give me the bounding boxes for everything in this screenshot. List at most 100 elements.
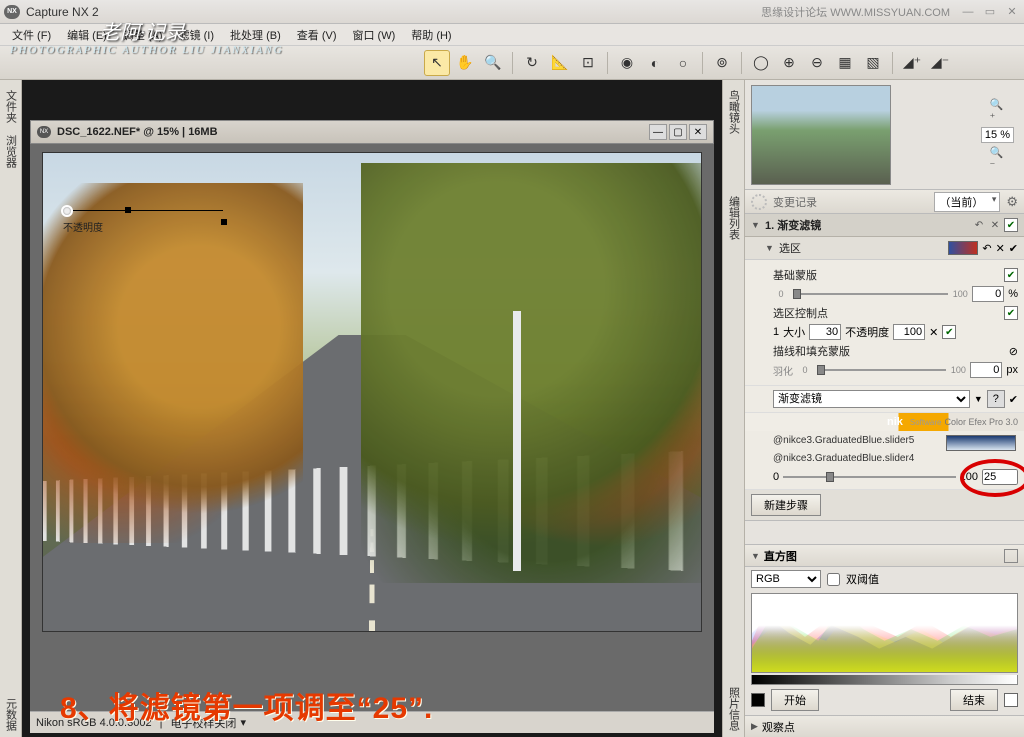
- menu-window[interactable]: 窗口 (W): [345, 25, 404, 45]
- doc-minimize-icon[interactable]: —: [649, 124, 667, 140]
- control-point-handle-icon[interactable]: [61, 205, 73, 217]
- menu-filter[interactable]: 滤镜 (I): [171, 25, 222, 45]
- menu-view[interactable]: 查看 (V): [289, 25, 345, 45]
- step-enable-checkbox[interactable]: ✔: [1004, 218, 1018, 232]
- doc-maximize-icon[interactable]: ▢: [669, 124, 687, 140]
- control-point-widget[interactable]: 不透明度: [61, 205, 223, 217]
- delete-cp-icon[interactable]: ✕: [929, 326, 938, 339]
- gear-icon[interactable]: ⚙: [1006, 194, 1018, 210]
- history-combo[interactable]: （当前）: [934, 192, 1000, 212]
- zoom-out-icon[interactable]: 🔍⁻: [989, 151, 1005, 167]
- tool-rotate-icon[interactable]: ↻: [519, 50, 545, 76]
- tool-hand-icon[interactable]: ✋: [452, 50, 478, 76]
- tool-fill-icon[interactable]: ▧: [860, 50, 886, 76]
- watchpoint-label: 观察点: [762, 719, 795, 735]
- expand-icon[interactable]: ▼: [751, 551, 760, 561]
- white-swatch-icon[interactable]: [1004, 693, 1018, 707]
- selection-swatch-icon: [948, 241, 978, 255]
- feather-slider[interactable]: [817, 364, 946, 376]
- doc-close-icon[interactable]: ✕: [689, 124, 707, 140]
- cp-enable-checkbox[interactable]: ✔: [942, 325, 956, 339]
- menu-file[interactable]: 文件 (F): [4, 25, 59, 45]
- histogram-end-button[interactable]: 结束: [950, 689, 998, 711]
- reset-icon[interactable]: ↶: [982, 242, 991, 255]
- tool-brush-plus-icon[interactable]: ◢⁺: [899, 50, 925, 76]
- document-titlebar: NX DSC_1622.NEF* @ 15% | 16MB — ▢ ✕: [30, 120, 714, 144]
- histogram-channel-select[interactable]: RGB: [751, 570, 821, 588]
- tool-whitepoint-icon[interactable]: ○: [670, 50, 696, 76]
- canvas-area[interactable]: 不透明度: [30, 144, 714, 711]
- menu-edit[interactable]: 编辑 (E): [59, 25, 115, 45]
- filter-value-input[interactable]: [982, 469, 1018, 485]
- menu-help[interactable]: 帮助 (H): [403, 25, 459, 45]
- tab-editlist[interactable]: 编辑列表: [726, 196, 742, 240]
- cp-size-input[interactable]: [809, 324, 841, 340]
- dual-threshold-checkbox[interactable]: [827, 573, 840, 586]
- help-icon[interactable]: ?: [987, 390, 1005, 408]
- feather-input[interactable]: [970, 362, 1002, 378]
- menu-batch[interactable]: 批处理 (B): [222, 25, 289, 45]
- histogram-title: 直方图: [764, 548, 1000, 564]
- base-mask-input[interactable]: [972, 286, 1004, 302]
- tab-metadata[interactable]: 元数据: [3, 698, 19, 731]
- window-minimize-icon[interactable]: —: [960, 5, 976, 19]
- left-sidebar: 文件夹 浏览器 元数据: [0, 80, 22, 737]
- expand-icon[interactable]: ▼: [751, 220, 761, 230]
- navigator-thumbnail[interactable]: [751, 85, 891, 185]
- expand-icon[interactable]: ▼: [765, 243, 775, 253]
- filter-slider4-label: @nikce3.GraduatedBlue.slider4: [773, 453, 1018, 465]
- tool-zoom-icon[interactable]: 🔍: [480, 50, 506, 76]
- navigator-panel: 🔍⁺ 15 % 🔍⁻: [745, 80, 1024, 190]
- black-swatch-icon[interactable]: [751, 693, 765, 707]
- window-restore-icon[interactable]: ▭: [982, 5, 998, 19]
- link-icon[interactable]: ⊘: [1009, 345, 1018, 358]
- selection-enable-checkbox[interactable]: ✔: [1009, 242, 1018, 255]
- tool-neutralpoint-icon[interactable]: ◐: [642, 50, 668, 76]
- tab-folders[interactable]: 文件夹: [3, 90, 19, 123]
- filter-enable-checkbox[interactable]: ✔: [1009, 393, 1018, 406]
- tutorial-instruction: 8、将滤镜第一项调至“25”.: [60, 683, 433, 727]
- expand-icon[interactable]: ▶: [751, 721, 758, 732]
- photo-preview[interactable]: 不透明度: [42, 152, 702, 632]
- zoom-in-icon[interactable]: 🔍⁺: [989, 103, 1005, 119]
- zoom-value[interactable]: 15: [985, 129, 997, 141]
- tool-gradient-icon[interactable]: ▦: [832, 50, 858, 76]
- tool-blackpoint-icon[interactable]: ◉: [614, 50, 640, 76]
- delete-icon[interactable]: ✕: [988, 218, 1002, 232]
- delete-icon[interactable]: ✕: [996, 242, 1005, 255]
- selection-row[interactable]: ▼ 选区 ↶ ✕ ✔: [745, 237, 1024, 260]
- step-1-name: 1. 渐变滤镜: [765, 217, 968, 233]
- tool-crop-icon[interactable]: ⊡: [575, 50, 601, 76]
- doc-logo-icon: NX: [37, 126, 51, 138]
- tool-arrow-icon[interactable]: ↖: [424, 50, 450, 76]
- histogram-tool-icon[interactable]: [1004, 549, 1018, 563]
- titlebar: NX Capture NX 2 思缘设计论坛 WWW.MISSYUAN.COM …: [0, 0, 1024, 24]
- histogram-start-button[interactable]: 开始: [771, 689, 819, 711]
- menu-adjust[interactable]: 调整 (A): [115, 25, 171, 45]
- filter-slider[interactable]: [783, 471, 956, 483]
- controlpoint-checkbox[interactable]: ✔: [1004, 306, 1018, 320]
- tool-plus-select-icon[interactable]: ⊕: [776, 50, 802, 76]
- new-step-button[interactable]: 新建步骤: [751, 494, 821, 516]
- filter-dropdown[interactable]: 渐变滤镜: [773, 390, 970, 408]
- tool-brush-minus-icon[interactable]: ◢⁻: [927, 50, 953, 76]
- tool-minus-select-icon[interactable]: ⊖: [804, 50, 830, 76]
- cp-opacity-input[interactable]: [893, 324, 925, 340]
- tool-straighten-icon[interactable]: 📐: [547, 50, 573, 76]
- tool-lasso-icon[interactable]: ◯: [748, 50, 774, 76]
- gradient-swatch-icon[interactable]: [946, 435, 1016, 451]
- workspace: NX DSC_1622.NEF* @ 15% | 16MB — ▢ ✕ 不透明度: [22, 80, 722, 737]
- base-mask-slider[interactable]: [793, 288, 948, 300]
- selection-label: 选区: [779, 240, 944, 256]
- reset-icon[interactable]: ↶: [972, 218, 986, 232]
- base-mask-checkbox[interactable]: ✔: [1004, 268, 1018, 282]
- base-mask-label: 基础蒙版: [773, 267, 817, 283]
- step-1-row[interactable]: ▼ 1. 渐变滤镜 ↶ ✕ ✔: [745, 214, 1024, 237]
- tab-photoinfo[interactable]: 照片信息: [726, 687, 742, 731]
- tool-controlpoint-icon[interactable]: ⊚: [709, 50, 735, 76]
- window-close-icon[interactable]: ✕: [1004, 5, 1020, 19]
- tab-browser[interactable]: 浏览器: [3, 135, 19, 168]
- app-title: Capture NX 2: [26, 5, 99, 19]
- filter-detail: @nikce3.GraduatedBlue.slider5 @nikce3.Gr…: [745, 431, 1024, 490]
- tab-birdseye[interactable]: 鸟瞰镜头: [726, 90, 742, 134]
